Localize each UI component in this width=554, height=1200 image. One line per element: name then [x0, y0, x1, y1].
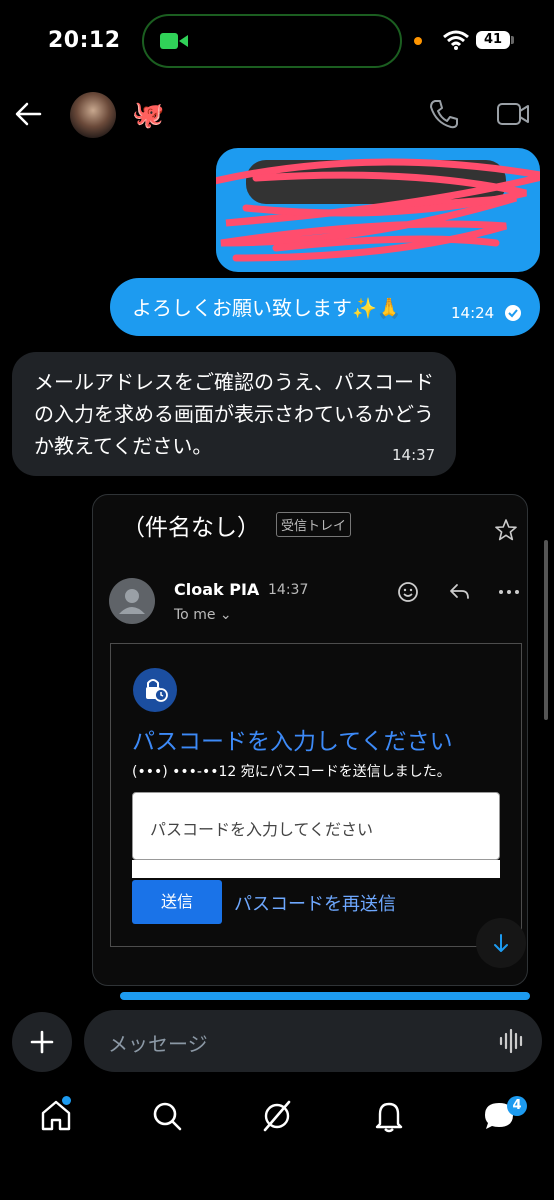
redacted-image-message[interactable]: [216, 148, 540, 272]
redaction-scribble: [216, 158, 540, 262]
passcode-input-placeholder: パスコードを入力してください: [150, 820, 374, 839]
passcode-sent-line: (•••) •••-••12 宛にパスコードを送信しました。: [132, 764, 451, 780]
received-message-time: 14:37: [392, 446, 436, 464]
reply-icon: [450, 584, 469, 599]
input-shadow: [132, 860, 500, 878]
status-time: 20:12: [48, 28, 121, 53]
email-time: 14:37: [268, 582, 309, 598]
next-message-peek: [120, 992, 530, 1000]
search-icon[interactable]: [149, 1098, 185, 1134]
messages-badge: 4: [507, 1096, 527, 1116]
inbox-label: 受信トレイ: [276, 512, 352, 537]
plus-icon: [30, 1030, 54, 1054]
battery-cap: [511, 36, 514, 44]
video-icon[interactable]: [496, 100, 530, 128]
voice-message-icon[interactable]: [498, 1026, 526, 1056]
resend-passcode-link: パスコードを再送信: [234, 894, 396, 915]
phone-icon[interactable]: [428, 98, 460, 130]
passcode-title: パスコードを入力してください: [132, 729, 453, 755]
back-arrow-icon[interactable]: [14, 100, 42, 128]
emoji-icon: [398, 582, 418, 602]
more-icon: [499, 590, 519, 594]
sender-avatar: [109, 578, 155, 624]
home-notification-dot: [62, 1096, 71, 1105]
contact-avatar[interactable]: [70, 92, 116, 138]
contact-name-emoji[interactable]: 🐙: [132, 100, 164, 130]
scrollbar[interactable]: [544, 540, 548, 720]
send-passcode-button: 送信: [132, 880, 222, 924]
scroll-to-bottom-button[interactable]: [476, 918, 526, 968]
sent-message-time: 14:24: [451, 304, 495, 322]
arrow-down-icon: [494, 934, 508, 952]
grok-icon[interactable]: [259, 1098, 295, 1134]
received-message-text: メールアドレスをご確認のうえ、パスコードの入力を求める画面が表示さわているかどう…: [34, 370, 434, 458]
sent-message-text: よろしくお願い致します✨🙏: [132, 296, 402, 320]
bell-icon[interactable]: [371, 1098, 407, 1134]
star-icon: [495, 519, 517, 541]
battery-indicator: 41: [476, 31, 510, 49]
message-input-placeholder: メッセージ: [108, 1032, 208, 1056]
email-recipient: To me ⌄: [174, 607, 232, 623]
facetime-video-icon: [160, 33, 188, 49]
mic-indicator: [414, 37, 422, 45]
email-subject: （件名なし）: [122, 515, 260, 541]
wifi-icon: [443, 30, 469, 50]
email-sender: Cloak PIA: [174, 580, 260, 599]
read-check-icon: [505, 305, 521, 321]
add-attachment-button[interactable]: [12, 1012, 72, 1072]
lock-clock-icon: [133, 668, 177, 712]
person-icon: [119, 589, 145, 614]
